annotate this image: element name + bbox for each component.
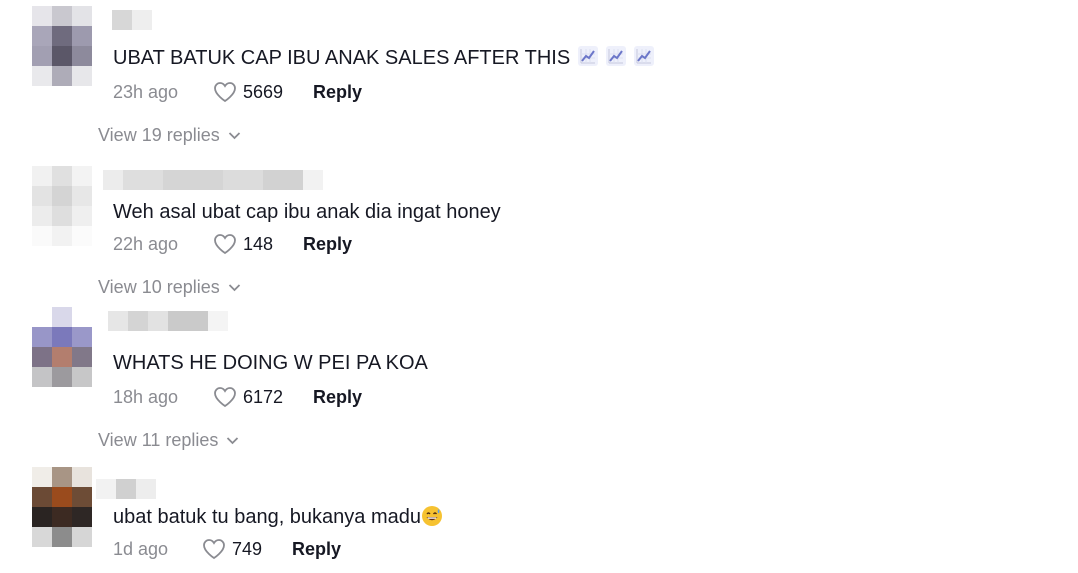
grinning-sweat-emoji: [422, 506, 443, 526]
reply-button[interactable]: Reply: [313, 82, 362, 103]
like-button[interactable]: 749: [202, 538, 262, 560]
like-button[interactable]: 148: [213, 233, 273, 255]
comment-time: 23h ago: [113, 81, 179, 102]
view-replies-label: View 19 replies: [98, 124, 220, 145]
comment-text: Weh asal ubat cap ibu anak dia ingat hon…: [113, 201, 501, 223]
chevron-down-icon: [228, 283, 240, 291]
avatar[interactable]: [32, 307, 92, 387]
avatar[interactable]: [32, 467, 92, 547]
heart-outline-icon: [214, 234, 236, 255]
like-count: 5669: [243, 81, 284, 102]
view-replies-button[interactable]: View 11 replies: [98, 428, 239, 452]
comment-meta: 1d ago 749 Reply: [113, 537, 341, 561]
reply-button[interactable]: Reply: [292, 539, 341, 560]
chart-increasing-emoji: [578, 46, 599, 66]
chevron-down-icon: [228, 131, 240, 139]
like-button[interactable]: 5669: [213, 81, 283, 103]
chart-increasing-emoji: [634, 46, 655, 66]
like-count: 6172: [243, 386, 284, 407]
username-blurred[interactable]: [112, 10, 152, 30]
like-count: 749: [232, 538, 263, 559]
comment-meta: 22h ago 148 Reply: [113, 232, 352, 256]
reply-button[interactable]: Reply: [313, 387, 362, 408]
username-blurred[interactable]: [103, 170, 323, 190]
view-replies-button[interactable]: View 19 replies: [98, 123, 241, 147]
heart-outline-icon: [203, 539, 225, 560]
view-replies-label: View 11 replies: [98, 429, 219, 450]
comment-text: ubat batuk tu bang, bukanya madu: [113, 505, 443, 529]
like-button[interactable]: 6172: [213, 386, 283, 408]
username-blurred[interactable]: [108, 311, 228, 331]
comment-meta: 23h ago 5669 Reply: [113, 80, 362, 104]
comment-time: 18h ago: [113, 386, 179, 407]
username-blurred[interactable]: [96, 479, 156, 499]
avatar[interactable]: [32, 166, 92, 246]
comment-time: 22h ago: [113, 233, 179, 254]
comment-text: WHATS HE DOING W PEI PA KOA: [113, 352, 428, 374]
view-replies-label: View 10 replies: [98, 276, 220, 297]
heart-outline-icon: [214, 387, 236, 408]
chart-increasing-emoji: [606, 46, 627, 66]
like-count: 148: [243, 233, 274, 254]
comment-time: 1d ago: [113, 538, 169, 559]
reply-button[interactable]: Reply: [303, 234, 352, 255]
view-replies-button[interactable]: View 10 replies: [98, 275, 241, 299]
chevron-down-icon: [227, 436, 239, 444]
avatar[interactable]: [32, 6, 92, 86]
comment-meta: 18h ago 6172 Reply: [113, 385, 362, 409]
comment-text: UBAT BATUK CAP IBU ANAK SALES AFTER THIS: [113, 46, 655, 70]
heart-outline-icon: [214, 82, 236, 103]
